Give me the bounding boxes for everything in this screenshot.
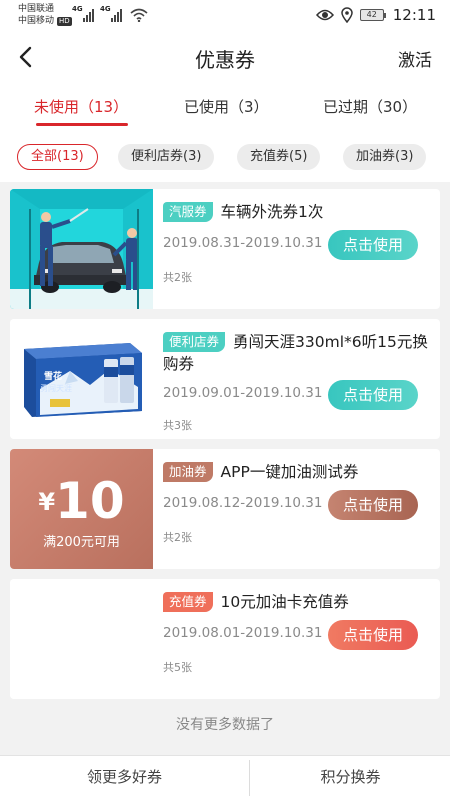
bottom-bar: 领更多好券 积分换券 <box>0 755 450 800</box>
signal-indicators: 4G 4G <box>72 5 148 22</box>
active-tab-indicator <box>36 123 128 126</box>
carrier-2: 中国移动 <box>18 16 55 26</box>
coupon-card[interactable]: ¥10 满200元可用 加油券 APP一键加油测试券 2019.08.12-201… <box>10 449 440 569</box>
currency-symbol: ¥ <box>38 488 56 516</box>
coupon-card[interactable]: 充值券 10元加油卡充值券 2019.08.01-2019.10.31 共5张 点… <box>10 579 440 699</box>
coupon-validity: 2019.08.01-2019.10.31 <box>163 625 323 641</box>
use-coupon-button[interactable]: 点击使用 <box>328 230 418 260</box>
car-wash-image <box>10 189 153 309</box>
filter-fuel[interactable]: 加油券(3) <box>343 144 427 170</box>
battery-icon: 42 <box>359 9 386 21</box>
coupon-tag: 汽服券 <box>163 202 213 222</box>
coupon-validity: 2019.08.31-2019.10.31 <box>163 235 323 251</box>
status-tabs: 未使用（13） 已使用（3） 已过期（30） <box>0 82 450 130</box>
coupon-amount: 10 <box>55 472 125 530</box>
no-more-data-note: 没有更多数据了 <box>176 717 274 733</box>
tab-unused[interactable]: 未使用（13） <box>34 96 128 117</box>
signal-icon: 4G <box>100 5 122 22</box>
page-title: 优惠券 <box>195 48 255 72</box>
coupon-validity: 2019.09.01-2019.10.31 <box>163 385 323 401</box>
network-type-1: 4G <box>72 5 83 13</box>
filter-all[interactable]: 全部(13) <box>17 144 98 170</box>
tab-expired[interactable]: 已过期（30） <box>323 96 417 117</box>
clock: 12:11 <box>392 6 436 24</box>
network-type-2: 4G <box>100 5 111 13</box>
coupon-amount-panel: ¥10 满200元可用 <box>10 449 153 569</box>
coupon-condition: 满200元可用 <box>43 535 120 550</box>
nav-bar: 优惠券 激活 <box>0 32 450 82</box>
carrier-1: 中国联通 <box>18 4 55 14</box>
get-more-coupons-button[interactable]: 领更多好券 <box>12 756 237 800</box>
status-bar: 中国联通 中国移动 HD 4G 4G 42 12:11 <box>0 0 450 32</box>
hd-badge: HD <box>57 16 72 26</box>
use-coupon-button[interactable]: 点击使用 <box>328 490 418 520</box>
location-icon <box>341 7 353 23</box>
coupon-count: 共2张 <box>163 531 192 544</box>
tab-used[interactable]: 已使用（3） <box>184 96 269 117</box>
carrier-info: 中国联通 中国移动 HD <box>18 3 72 27</box>
coupon-title: APP一键加油测试券 <box>220 463 359 481</box>
filter-recharge[interactable]: 充值券(5) <box>237 144 321 170</box>
coupon-validity: 2019.08.12-2019.10.31 <box>163 495 323 511</box>
filter-convenience[interactable]: 便利店券(3) <box>118 144 215 170</box>
brand-text: 雪花 <box>44 370 62 382</box>
signal-icon: 4G <box>72 5 94 22</box>
coupon-card[interactable]: 雪花 勇闯天涯 便利店券 勇闯天涯330ml*6听15元换购券 2019.09.0… <box>10 319 440 439</box>
use-coupon-button[interactable]: 点击使用 <box>328 620 418 650</box>
coupon-tag: 充值券 <box>163 592 213 612</box>
coupon-count: 共5张 <box>163 661 192 674</box>
points-exchange-button[interactable]: 积分换券 <box>238 756 450 800</box>
beer-pack-image: 雪花 勇闯天涯 <box>10 319 153 439</box>
battery-level: 42 <box>359 9 384 21</box>
coupon-count: 共3张 <box>163 419 192 432</box>
eye-icon <box>315 9 334 21</box>
coupon-count: 共2张 <box>163 271 192 284</box>
product-text: 勇闯天涯 <box>40 383 72 393</box>
activate-button[interactable]: 激活 <box>398 46 432 71</box>
coupon-thumb-blank <box>10 579 153 699</box>
category-filters: 全部(13) 便利店券(3) 充值券(5) 加油券(3) <box>0 130 450 182</box>
coupon-card[interactable]: 汽服券 车辆外洗券1次 2019.08.31-2019.10.31 共2张 点击使… <box>10 189 440 309</box>
coupon-title: 车辆外洗券1次 <box>220 203 324 221</box>
wifi-icon <box>130 8 148 22</box>
use-coupon-button[interactable]: 点击使用 <box>328 380 418 410</box>
coupon-tag: 便利店券 <box>163 332 226 352</box>
coupon-tag: 加油券 <box>163 462 213 482</box>
coupon-title: 10元加油卡充值券 <box>220 593 349 611</box>
